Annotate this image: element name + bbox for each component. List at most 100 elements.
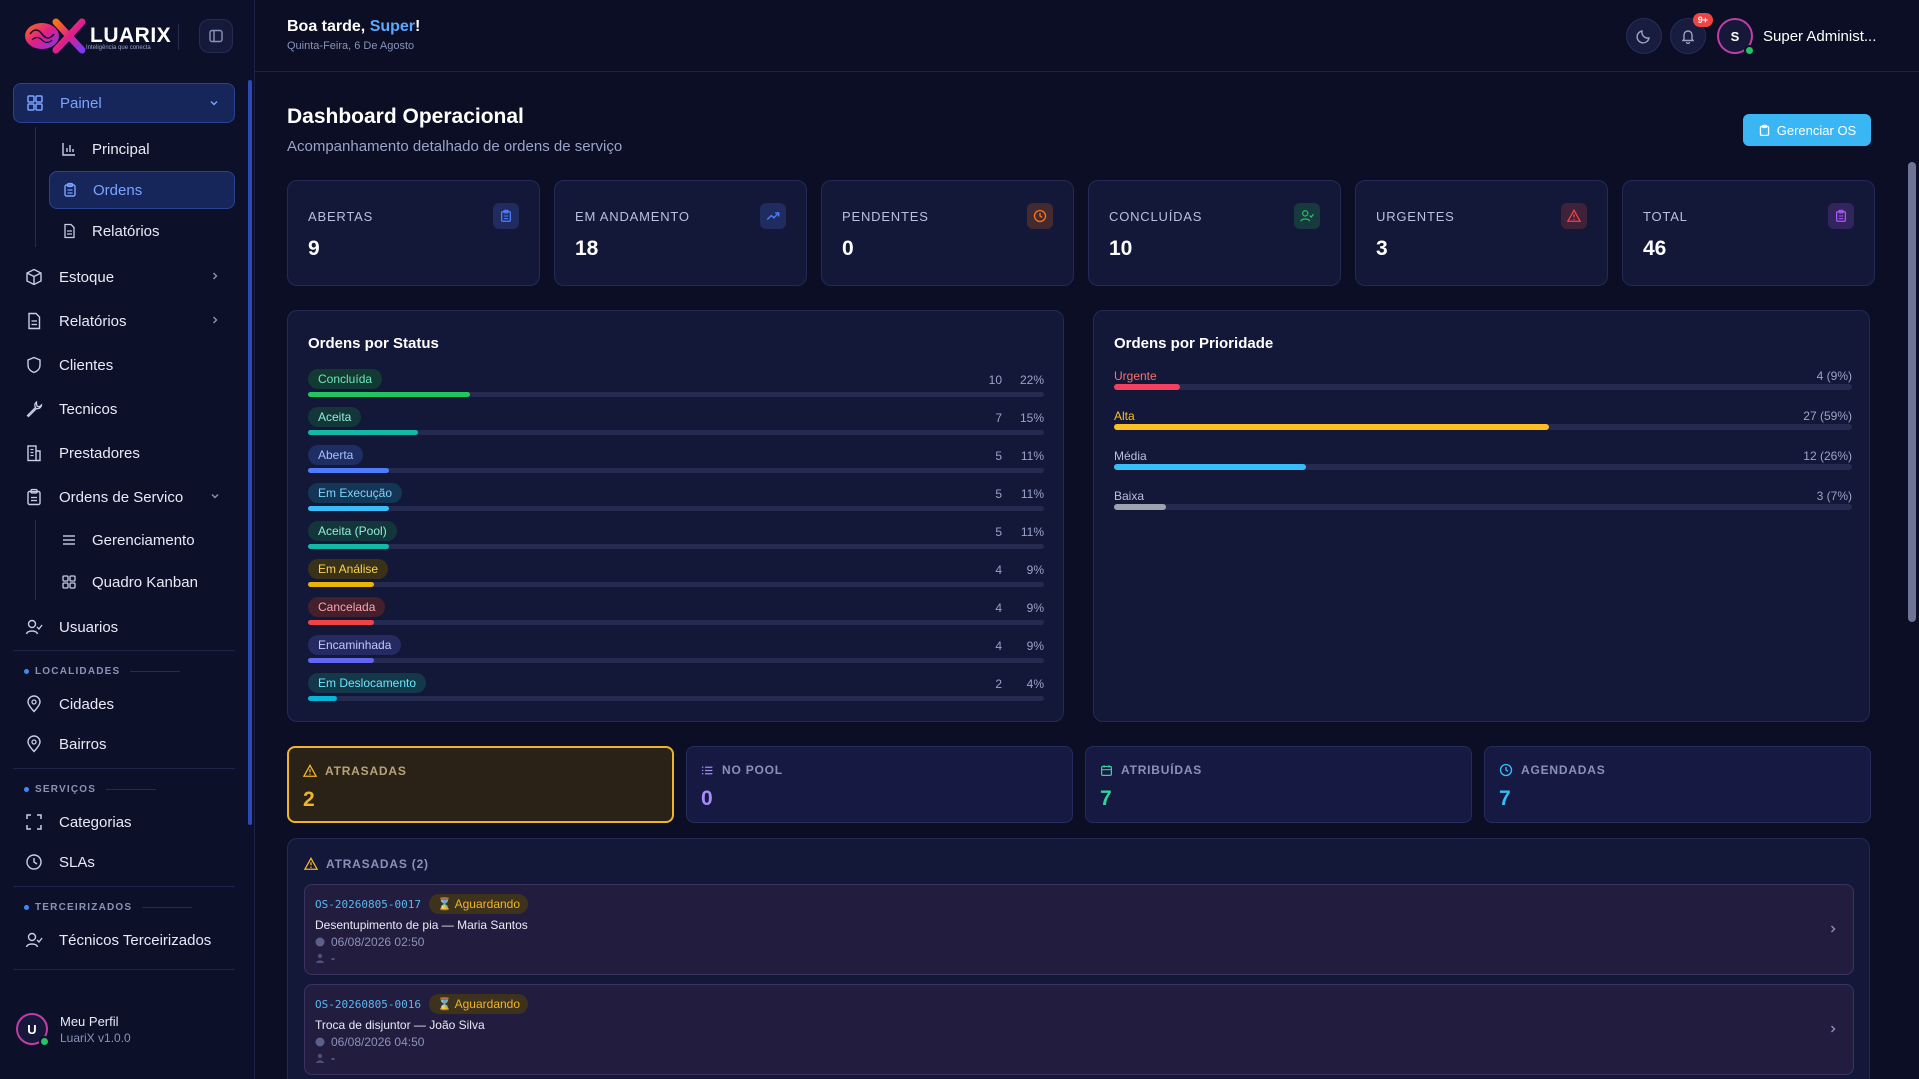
clipboard-list-icon [1828, 203, 1854, 229]
order-code: OS-20260805-0016 [315, 998, 421, 1011]
sidebar-item-relatorios[interactable]: Relatórios [13, 301, 235, 341]
sidebar-item-tecnicos-terceirizados[interactable]: Técnicos Terceirizados [13, 920, 235, 960]
sidebar-toggle-icon [209, 29, 223, 43]
priority-value: 12 (26%) [1803, 449, 1852, 463]
sidebar-item-slas[interactable]: SLAs [13, 842, 235, 882]
sidebar-item-relatorios-sub[interactable]: Relatórios [49, 212, 235, 250]
quick-card-agendadas[interactable]: AGENDADAS 7 [1484, 746, 1871, 823]
stat-card-em-andamento[interactable]: EM ANDAMENTO 18 [554, 180, 807, 286]
clipboard-icon [62, 182, 78, 198]
stat-value: 46 [1643, 237, 1667, 260]
sidebar-item-painel[interactable]: Painel [13, 83, 235, 123]
status-percent: 11% [1020, 449, 1044, 463]
user-menu[interactable]: S Super Administ... [1717, 18, 1877, 56]
progress-track [308, 696, 1044, 701]
late-order-row[interactable]: OS-20260805-0017 ⌛ Aguardando Desentupim… [304, 884, 1854, 975]
submenu-guide [35, 127, 36, 247]
scrollbar-thumb[interactable] [1908, 162, 1916, 622]
page-title: Dashboard Operacional [287, 105, 524, 128]
alert-triangle-icon [1561, 203, 1587, 229]
stat-label: EM ANDAMENTO [575, 209, 690, 224]
sidebar-item-gerenciamento[interactable]: Gerenciamento [49, 521, 235, 559]
sidebar-item-cidades[interactable]: Cidades [13, 684, 235, 724]
progress-track [308, 506, 1044, 511]
priority-label: Média [1114, 449, 1147, 463]
quick-card-atribuídas[interactable]: ATRIBUÍDAS 7 [1085, 746, 1472, 823]
status-count: 5 [995, 487, 1002, 501]
sidebar-item-label: Categorias [59, 813, 132, 831]
avatar: S [1717, 18, 1755, 56]
main-content: Boa tarde, Super! Quinta-Feira, 6 De Ago… [255, 0, 1919, 1079]
progress-track [308, 468, 1044, 473]
user-name: Super Administ... [1763, 27, 1877, 45]
nav-divider [13, 886, 235, 887]
quick-card-no-pool[interactable]: NO POOL 0 [686, 746, 1073, 823]
panel-title: Ordens por Status [308, 335, 439, 352]
status-row: Cancelada 4 9% [308, 597, 1044, 635]
alert-triangle-icon [303, 764, 317, 778]
status-percent: 9% [1026, 601, 1044, 615]
progress-fill [1114, 504, 1166, 510]
sidebar-item-prestadores[interactable]: Prestadores [13, 433, 235, 473]
chevron-down-icon [211, 494, 219, 499]
status-pill: Aceita (Pool) [308, 521, 397, 541]
theme-toggle-button[interactable] [1626, 18, 1662, 54]
shield-icon [25, 356, 43, 374]
progress-fill [308, 430, 419, 435]
late-order-row[interactable]: OS-20260805-0016 ⌛ Aguardando Troca de d… [304, 984, 1854, 1075]
sidebar-scrollbar[interactable] [248, 80, 252, 825]
package-icon [25, 268, 43, 286]
quick-card-atrasadas[interactable]: ATRASADAS 2 [287, 746, 674, 823]
clock-icon [315, 937, 325, 947]
sidebar-item-categorias[interactable]: Categorias [13, 802, 235, 842]
stat-card-total[interactable]: TOTAL 46 [1622, 180, 1875, 286]
sidebar-item-label: Estoque [59, 268, 115, 286]
notifications-button[interactable]: 9+ [1670, 13, 1713, 54]
sidebar-item-ordens[interactable]: Ordens [49, 171, 235, 209]
stat-card-pendentes[interactable]: PENDENTES 0 [821, 180, 1074, 286]
stat-card-abertas[interactable]: ABERTAS 9 [287, 180, 540, 286]
sidebar-item-principal[interactable]: Principal [49, 130, 235, 168]
priority-value: 4 (9%) [1816, 369, 1852, 383]
quick-card-label: ATRIBUÍDAS [1100, 763, 1202, 777]
map-pin-icon [25, 695, 43, 713]
sidebar-item-bairros[interactable]: Bairros [13, 724, 235, 764]
chevron-right-icon [1831, 1025, 1836, 1033]
sidebar-item-clientes[interactable]: Clientes [13, 345, 235, 385]
status-pill: Aberta [308, 445, 364, 465]
stat-card-concluídas[interactable]: CONCLUÍDAS 10 [1088, 180, 1341, 286]
progress-track [1114, 384, 1852, 390]
alert-triangle-icon [304, 857, 318, 870]
sidebar-item-label: Técnicos Terceirizados [59, 931, 212, 949]
sidebar-item-usuarios[interactable]: Usuarios [13, 607, 235, 647]
status-count: 10 [988, 373, 1002, 387]
status-percent: 11% [1020, 525, 1044, 539]
status-row: Aceita (Pool) 5 11% [308, 521, 1044, 559]
sidebar-item-kanban[interactable]: Quadro Kanban [49, 563, 235, 601]
stat-card-urgentes[interactable]: URGENTES 3 [1355, 180, 1608, 286]
status-badge: ⌛ Aguardando [429, 894, 529, 914]
chevron-right-icon [1831, 925, 1836, 933]
progress-fill [1114, 424, 1550, 430]
collapse-sidebar-button[interactable] [199, 19, 233, 53]
order-assignee: - [315, 951, 335, 965]
stat-label: TOTAL [1643, 209, 1688, 224]
status-row: Concluída 10 22% [308, 369, 1044, 407]
progress-fill [308, 658, 375, 663]
section-label-localidades: LOCALIDADES [24, 666, 181, 677]
page-scrollbar[interactable] [1905, 72, 1919, 1079]
status-row: Em Deslocamento 2 4% [308, 673, 1044, 711]
sidebar-item-label: Ordens [93, 181, 143, 199]
progress-track [1114, 504, 1852, 510]
status-pill: Concluída [308, 369, 383, 389]
profile-card[interactable]: U Meu Perfil LuariX v1.0.0 [0, 979, 255, 1079]
sidebar-item-estoque[interactable]: Estoque [13, 257, 235, 297]
clipboard-icon [1759, 124, 1769, 136]
sidebar-item-ordens-servico[interactable]: Ordens de Servico [13, 477, 235, 517]
manage-os-button[interactable]: Gerenciar OS [1743, 114, 1871, 146]
progress-fill [308, 544, 389, 549]
sidebar-item-label: Clientes [59, 356, 114, 374]
sidebar-item-tecnicos[interactable]: Tecnicos [13, 389, 235, 429]
status-row: Em Análise 4 9% [308, 559, 1044, 597]
status-percent: 22% [1019, 373, 1044, 387]
